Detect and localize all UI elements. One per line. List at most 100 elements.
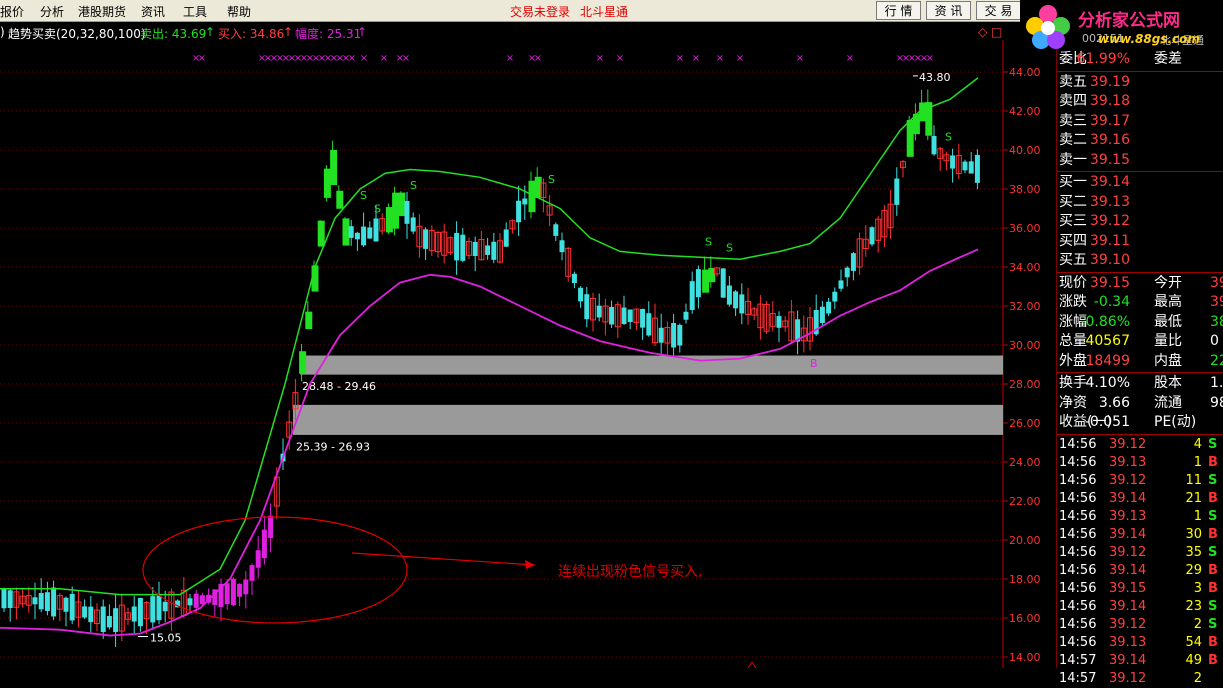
menu-analysis[interactable]: 分析 — [40, 3, 64, 20]
tick-time: 14:56 — [1059, 472, 1097, 488]
candle-body — [131, 606, 137, 622]
candle-body — [38, 593, 44, 610]
bottom-caret — [747, 661, 757, 668]
candle-body — [106, 615, 112, 628]
tick-flag: B — [1208, 490, 1218, 506]
candle-body — [224, 583, 230, 605]
stat-row: 涨幅-0.86%最低38 — [1057, 313, 1223, 333]
candle-body — [733, 291, 739, 309]
buy-signal-marker: B — [810, 357, 818, 370]
tick-price: 39.15 — [1109, 580, 1147, 596]
candlestick-chart[interactable]: 44.00 42.00 40.00 38.00 36.00 34.00 32.00 30.00… — [0, 40, 1056, 668]
logo-url: www.88gs.com — [1098, 32, 1200, 46]
sell-signal-marker: S — [548, 173, 555, 186]
tick-flag: S — [1208, 508, 1218, 524]
tick-volume: 11 — [1185, 472, 1202, 488]
tick-price: 39.14 — [1109, 526, 1147, 542]
candle-body — [82, 606, 88, 618]
tick-row: 14:56 39.12 2 S — [1057, 616, 1223, 634]
zone-label-1: 28.48 - 29.46 — [302, 380, 376, 393]
candle-body — [689, 281, 695, 310]
candle-body — [1, 589, 7, 609]
y-tick-label: 30.00 — [1009, 339, 1041, 352]
bid-row-value: 39.10 — [1089, 252, 1130, 268]
panel-separator — [1057, 433, 1223, 435]
tick-time: 14:56 — [1059, 436, 1097, 452]
candle-body — [330, 149, 338, 186]
stat-row-value2: 0 — [1210, 333, 1219, 349]
stat-row-label2: 量比 — [1154, 333, 1182, 349]
signal-x-marker: × — [736, 53, 744, 64]
bid-row-label: 买二 — [1059, 193, 1087, 210]
candle-body — [354, 232, 360, 240]
candle-body — [193, 593, 199, 608]
login-status[interactable]: 交易未登录 — [510, 3, 570, 20]
signal-x-marker: × — [380, 53, 388, 64]
candle-body — [423, 229, 429, 249]
tick-row: 14:56 39.13 54 B — [1057, 634, 1223, 652]
ask-row: 卖二 39.16 — [1057, 131, 1223, 151]
finance-row: 换手4.10% 股本 1.8 — [1057, 374, 1223, 394]
menu-hk-futures[interactable]: 港股期货 — [78, 3, 126, 20]
candle-body — [44, 592, 50, 611]
candle-body — [683, 311, 689, 320]
candle-body — [596, 305, 602, 318]
candle-body — [627, 309, 633, 322]
news-button[interactable]: 资 讯 — [926, 1, 971, 20]
stat-row-label2: 今开 — [1154, 274, 1182, 291]
stat-row: 现价39.15 今开 39 — [1057, 274, 1223, 294]
tick-price: 39.13 — [1109, 634, 1147, 650]
y-tick-label: 18.00 — [1009, 573, 1041, 586]
tick-row: 14:56 39.13 1 B — [1057, 454, 1223, 472]
signal-x-marker: × — [534, 53, 542, 64]
weibi-row: 委比 61.99% 委差 — [1057, 50, 1223, 70]
tick-volume: 35 — [1185, 544, 1202, 560]
candle-body — [348, 226, 354, 238]
stat-row-label: 涨跌 — [1059, 294, 1087, 310]
tick-time: 14:57 — [1059, 670, 1097, 686]
signal-x-marker: × — [796, 53, 804, 64]
amp-arrow: ↑ — [357, 25, 368, 39]
tick-row: 14:56 39.13 1 S — [1057, 508, 1223, 526]
candle-body — [503, 229, 509, 247]
window-corner-icons[interactable]: ◇ □ — [978, 25, 1002, 39]
signal-x-marker: × — [716, 53, 724, 64]
candle-body — [677, 324, 683, 346]
tick-price: 39.13 — [1109, 508, 1147, 524]
finance-row-value2: 988 — [1210, 394, 1223, 411]
bid-row-value: 39.14 — [1089, 174, 1130, 190]
ask-row: 卖一 39.15 — [1057, 151, 1223, 171]
candle-body — [150, 596, 156, 623]
annotation-text: 连续出现粉色信号买入, — [558, 563, 702, 580]
menu-quote[interactable]: 报价 — [0, 3, 24, 20]
menu-help[interactable]: 帮助 — [227, 3, 251, 20]
menu-news[interactable]: 资讯 — [141, 3, 165, 20]
ask-row-value: 39.15 — [1089, 151, 1130, 168]
candle-body — [671, 323, 677, 348]
candle-body — [553, 224, 559, 236]
candle-body — [720, 268, 726, 298]
tick-flag: B — [1208, 580, 1218, 596]
candle-body — [726, 285, 732, 305]
candle-body — [646, 313, 652, 336]
market-button[interactable]: 行 情 — [876, 1, 921, 20]
menu-tools[interactable]: 工具 — [183, 3, 207, 20]
indicator-bar: ) 趋势买卖(20,32,80,100) 卖出: 43.69 ↑ 买入: 34.… — [0, 22, 1002, 41]
candle-body — [578, 287, 584, 302]
candle-body — [516, 200, 522, 223]
y-tick-label: 40.00 — [1009, 144, 1041, 157]
stat-row-value: 40567 — [1085, 333, 1130, 349]
finance-row-label2: PE(动) — [1154, 414, 1197, 430]
tick-flag: B — [1208, 562, 1218, 578]
annotation-arrowhead — [525, 560, 535, 569]
tick-volume: 49 — [1185, 652, 1202, 668]
signal-x-marker: × — [402, 53, 410, 64]
buy-arrow: ↑ — [283, 25, 294, 39]
candle-body — [974, 154, 980, 183]
trade-button[interactable]: 交 易 — [976, 1, 1021, 20]
finance-row-label: 净资 — [1059, 394, 1087, 411]
tick-row: 14:56 39.14 23 S — [1057, 598, 1223, 616]
sell-signal-marker: S — [945, 130, 952, 143]
tick-flag: S — [1208, 598, 1218, 614]
candle-body — [559, 240, 565, 253]
